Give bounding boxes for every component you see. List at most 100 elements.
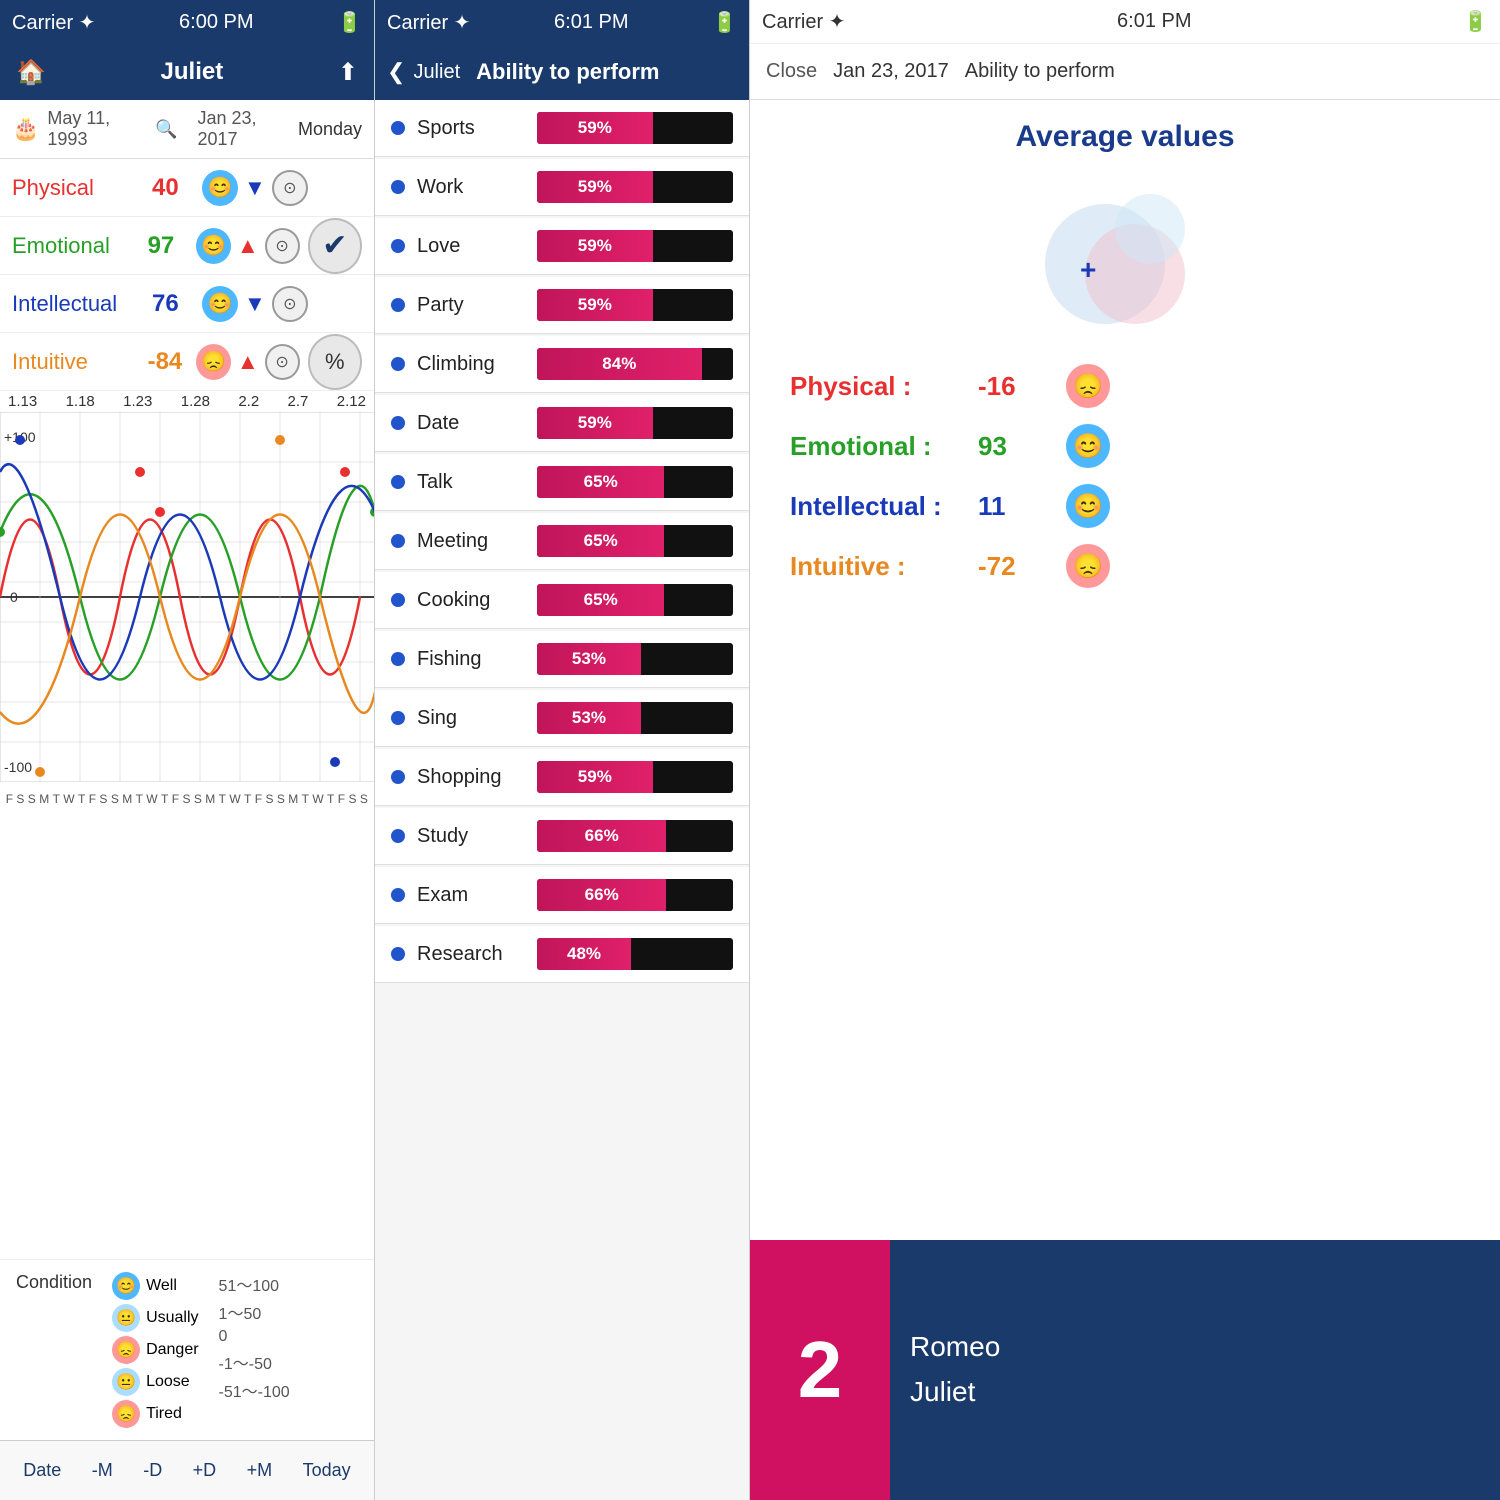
list-item[interactable]: Climbing 84% bbox=[375, 336, 749, 393]
item-label: Shopping bbox=[417, 766, 537, 789]
emotional-avg-label: Emotional : bbox=[790, 431, 970, 462]
status-bar-p3: Carrier ✦ 6:01 PM 🔋 bbox=[750, 0, 1500, 44]
item-bar: 84% bbox=[537, 348, 733, 380]
item-bar: 59% bbox=[537, 112, 733, 144]
nav-title-p1: Juliet bbox=[145, 44, 240, 100]
list-item[interactable]: Work 59% bbox=[375, 159, 749, 216]
item-bar: 59% bbox=[537, 230, 733, 262]
today-btn[interactable]: Today bbox=[295, 1456, 359, 1485]
p3-date-label: Jan 23, 2017 bbox=[833, 60, 949, 83]
share-icon[interactable]: ⬆ bbox=[338, 58, 358, 87]
tired-range: -51～-100 bbox=[219, 1378, 290, 1402]
danger-range: 0 bbox=[219, 1328, 290, 1346]
item-bar: 59% bbox=[537, 407, 733, 439]
usually-range: 1～50 bbox=[219, 1300, 290, 1324]
bar-fill: 66% bbox=[537, 820, 666, 852]
home-icon[interactable]: 🏠 bbox=[16, 58, 46, 87]
item-bar: 65% bbox=[537, 584, 733, 616]
current-date-display: Jan 23, 2017 bbox=[198, 108, 290, 150]
back-chevron-icon[interactable]: ❮ bbox=[387, 59, 405, 85]
check-button[interactable]: ✔ bbox=[308, 218, 362, 274]
intuitive-label: Intuitive bbox=[12, 349, 148, 375]
bubble-illustration: + bbox=[1025, 184, 1225, 344]
intellectual-label: Intellectual bbox=[12, 291, 152, 317]
item-label: Sing bbox=[417, 707, 537, 730]
emotional-avg-emoji: 😊 bbox=[1066, 424, 1110, 468]
physical-value: 40 bbox=[152, 174, 202, 202]
list-item[interactable]: Date 59% bbox=[375, 395, 749, 452]
emotional-avg-value: 93 bbox=[978, 431, 1058, 462]
battery-p3: 🔋 bbox=[1463, 9, 1488, 34]
bar-fill: 53% bbox=[537, 643, 641, 675]
intellectual-detail-btn[interactable]: ⊙ bbox=[272, 286, 308, 322]
average-values-content: Average values + Physical : -16 😞 Emotio… bbox=[750, 100, 1500, 1240]
intuitive-detail-btn[interactable]: ⊙ bbox=[265, 344, 300, 380]
well-label: Well bbox=[146, 1277, 177, 1295]
item-bar: 59% bbox=[537, 171, 733, 203]
date-row: 🎂 May 11, 1993 🔍 Jan 23, 2017 Monday bbox=[0, 100, 374, 159]
carrier-p3: Carrier ✦ bbox=[762, 9, 845, 34]
bar-pct: 59% bbox=[578, 177, 612, 197]
list-item[interactable]: Love 59% bbox=[375, 218, 749, 275]
bar-pct: 65% bbox=[584, 472, 618, 492]
item-dot bbox=[391, 357, 405, 371]
bar-pct: 84% bbox=[602, 354, 636, 374]
day-name-display: Monday bbox=[298, 119, 362, 140]
close-button[interactable]: Close bbox=[766, 60, 817, 83]
list-item[interactable]: Shopping 59% bbox=[375, 749, 749, 806]
list-item[interactable]: Fishing 53% bbox=[375, 631, 749, 688]
back-label[interactable]: Juliet bbox=[413, 61, 460, 84]
bar-pct: 59% bbox=[578, 236, 612, 256]
bar-fill: 65% bbox=[537, 525, 664, 557]
usually-emoji: 😐 bbox=[112, 1304, 140, 1332]
emotional-detail-btn[interactable]: ⊙ bbox=[265, 228, 300, 264]
bar-fill: 66% bbox=[537, 879, 666, 911]
list-item[interactable]: Meeting 65% bbox=[375, 513, 749, 570]
intellectual-avg-value: 11 bbox=[978, 491, 1058, 522]
list-item[interactable]: Sing 53% bbox=[375, 690, 749, 747]
item-dot bbox=[391, 180, 405, 194]
item-label: Work bbox=[417, 176, 537, 199]
list-item[interactable]: Talk 65% bbox=[375, 454, 749, 511]
list-item[interactable]: Cooking 65% bbox=[375, 572, 749, 629]
plus-m-btn[interactable]: +M bbox=[239, 1456, 281, 1485]
carrier-p1: Carrier ✦ bbox=[12, 10, 95, 35]
emotional-value: 97 bbox=[148, 232, 196, 260]
intuitive-triangle: ▲ bbox=[237, 349, 259, 375]
danger-emoji: 😞 bbox=[112, 1336, 140, 1364]
percent-button[interactable]: % bbox=[308, 334, 362, 390]
list-item[interactable]: Research 48% bbox=[375, 926, 749, 983]
physical-detail-btn[interactable]: ⊙ bbox=[272, 170, 308, 206]
tired-emoji: 😞 bbox=[112, 1400, 140, 1428]
item-label: Fishing bbox=[417, 648, 537, 671]
minus-m-btn[interactable]: -M bbox=[84, 1456, 121, 1485]
compatibility-number: 2 bbox=[798, 1324, 843, 1416]
bar-pct: 53% bbox=[572, 708, 606, 728]
panel-average-values: Carrier ✦ 6:01 PM 🔋 Close Jan 23, 2017 A… bbox=[750, 0, 1500, 1500]
list-item[interactable]: Exam 66% bbox=[375, 867, 749, 924]
item-label: Study bbox=[417, 825, 537, 848]
usually-label: Usually bbox=[146, 1309, 198, 1327]
ability-list: Sports 59% Work 59% Love 59% bbox=[375, 100, 749, 1500]
item-dot bbox=[391, 298, 405, 312]
list-item[interactable]: Study 66% bbox=[375, 808, 749, 865]
item-dot bbox=[391, 121, 405, 135]
item-bar: 65% bbox=[537, 525, 733, 557]
bar-fill: 59% bbox=[537, 112, 653, 144]
list-item[interactable]: Sports 59% bbox=[375, 100, 749, 157]
intuitive-value: -84 bbox=[148, 348, 196, 376]
date-btn[interactable]: Date bbox=[15, 1456, 69, 1485]
condition-well: 😊 Well bbox=[112, 1272, 198, 1300]
bar-fill: 65% bbox=[537, 466, 664, 498]
bar-pct: 66% bbox=[585, 885, 619, 905]
physical-avg-emoji: 😞 bbox=[1066, 364, 1110, 408]
bar-fill: 59% bbox=[537, 289, 653, 321]
list-item[interactable]: Party 59% bbox=[375, 277, 749, 334]
bar-fill: 53% bbox=[537, 702, 641, 734]
condition-usually: 😐 Usually bbox=[112, 1304, 198, 1332]
bar-pct: 48% bbox=[567, 944, 601, 964]
item-bar: 66% bbox=[537, 879, 733, 911]
minus-d-btn[interactable]: -D bbox=[135, 1456, 170, 1485]
plus-d-btn[interactable]: +D bbox=[185, 1456, 225, 1485]
physical-triangle: ▼ bbox=[244, 175, 266, 201]
